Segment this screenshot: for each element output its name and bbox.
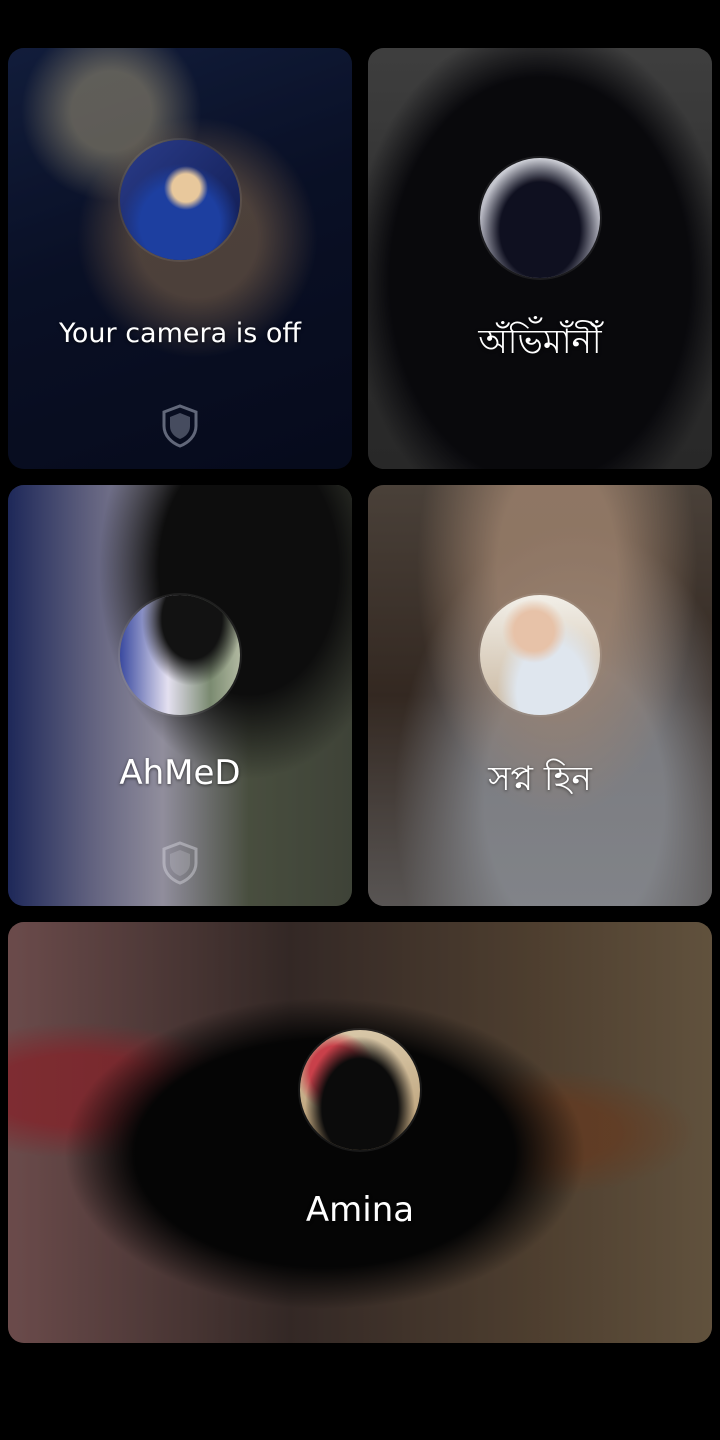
- participant-tile[interactable]: সপ্ন হিন: [368, 485, 712, 906]
- participant-avatar: [300, 1030, 420, 1150]
- participant-avatar: [120, 595, 240, 715]
- participant-name: সপ্ন হিন: [488, 759, 592, 799]
- participant-tile[interactable]: Amina: [8, 922, 712, 1343]
- participant-name: AhMeD: [119, 753, 241, 793]
- participant-name: অঁভিঁমাঁনীঁ: [478, 322, 602, 362]
- participant-avatar: [480, 158, 600, 278]
- video-call-screen: Your camera is off অঁভিঁমাঁনীঁ AhMeD সপ্…: [0, 0, 720, 1440]
- participant-tile[interactable]: অঁভিঁমাঁনীঁ: [368, 48, 712, 469]
- participant-tile-self[interactable]: Your camera is off: [8, 48, 352, 469]
- participant-tile[interactable]: AhMeD: [8, 485, 352, 906]
- self-avatar: [120, 140, 240, 260]
- shield-icon: [162, 404, 198, 448]
- participant-name: Amina: [305, 1190, 415, 1230]
- camera-off-label: Your camera is off: [58, 318, 302, 349]
- shield-icon: [162, 841, 198, 885]
- participant-avatar: [480, 595, 600, 715]
